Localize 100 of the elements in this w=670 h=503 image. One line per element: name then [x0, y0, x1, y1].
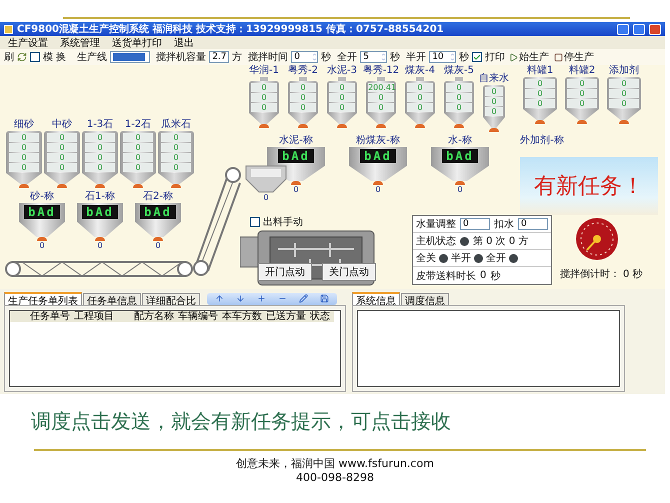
door-button[interactable]: 关门点动 [322, 263, 376, 281]
tab[interactable]: 生产任务单列表 [4, 292, 82, 305]
silo-reading: 0 [8, 143, 40, 152]
spinner-icon[interactable] [381, 52, 386, 62]
popup-text: 有新任务！ [534, 173, 644, 201]
valve-icon [171, 184, 181, 188]
minimize-button[interactable] [617, 24, 629, 34]
footer-phone: 400-098-8298 [296, 471, 374, 484]
valve-icon [577, 120, 587, 124]
scale-reading: 0 [155, 241, 161, 250]
checkbox-label: 打印 [485, 50, 506, 64]
field-label: 皮带送料时长 [416, 270, 476, 282]
checkbox[interactable] [30, 52, 40, 62]
silo-reading: 0 [160, 133, 192, 142]
checkbox[interactable] [250, 217, 260, 227]
pencil-icon[interactable] [299, 294, 308, 303]
play-icon [509, 52, 518, 62]
input-field[interactable]: 0 [460, 218, 490, 230]
silo-label: 水泥-3 [327, 65, 357, 77]
save-icon[interactable] [320, 294, 329, 303]
checkbox-label: 出料手动 [263, 216, 303, 229]
menu-item[interactable]: 生产设置 [8, 36, 48, 50]
silo-reading: 0 [8, 133, 40, 142]
arrow-up-icon[interactable] [215, 294, 224, 303]
valve-icon [337, 124, 347, 128]
input-field[interactable]: 5 [360, 51, 388, 63]
silo-reading: 0 [84, 163, 116, 172]
field-label: 水量调整 [416, 218, 456, 231]
menu-item[interactable]: 退出 [174, 36, 194, 50]
scale-label: 粉煤灰-称 [356, 135, 400, 147]
silo-reading: 200.41 [368, 83, 394, 92]
silo-reading: 0 [567, 89, 597, 98]
input-field[interactable]: 0 [518, 218, 548, 230]
new-task-popup[interactable]: 有新任务！ [520, 157, 658, 215]
input-field[interactable]: 0 [291, 51, 318, 63]
valve-icon [535, 120, 545, 124]
silo-neck [455, 77, 463, 81]
arrow-down-icon[interactable] [236, 294, 245, 303]
menu-item[interactable]: 系统管理 [60, 36, 100, 50]
digital-display: bAd [140, 205, 176, 219]
status-label: 半开 [451, 252, 471, 265]
silo-label: 料罐1 [526, 65, 554, 77]
valve-icon [454, 124, 464, 128]
checkbox[interactable] [472, 52, 482, 62]
silo-reading: 0 [251, 83, 277, 92]
footer-slogan: 创意未来，福润中国 www.fsfurun.com [236, 456, 434, 471]
valve-icon [57, 184, 67, 188]
silo-reading: 0 [525, 99, 555, 108]
selection-highlight [113, 53, 146, 61]
start-button[interactable]: 始生产 [508, 50, 550, 64]
plus-icon[interactable] [257, 294, 266, 303]
silo-reading: 0 [122, 133, 154, 142]
valve-icon [298, 124, 308, 128]
silo-reading: 0 [122, 153, 154, 162]
input-field[interactable]: 2.7 [209, 51, 230, 63]
digital-display: bAd [24, 205, 60, 219]
status-label: 全关 [416, 252, 436, 265]
silo-reading: 0 [329, 83, 355, 92]
silo-reading: 0 [407, 103, 433, 112]
silo-label: 煤灰-4 [405, 65, 435, 77]
silo-label: 添加剂 [609, 65, 639, 77]
digital-display: bAd [442, 149, 478, 163]
silo-reading: 0 [446, 103, 472, 112]
silo-reading: 0 [329, 103, 355, 112]
silo-reading: 0 [484, 97, 504, 106]
maximize-button[interactable] [633, 24, 645, 34]
spinner-icon[interactable] [312, 52, 318, 62]
unit-label: 秒 [632, 268, 642, 281]
field-value: 0 [480, 270, 486, 281]
batch-count: 第 0 次 0 方 [473, 234, 528, 248]
column-header: 车辆编号 [177, 311, 219, 322]
close-button[interactable] [649, 24, 661, 34]
silo-reading: 0 [446, 93, 472, 102]
silo-reading: 0 [446, 83, 472, 92]
silo-reading: 0 [609, 79, 639, 88]
silo-neck [299, 77, 307, 81]
stop-icon [554, 52, 564, 62]
spinner-icon[interactable] [450, 52, 456, 62]
line-field[interactable] [110, 51, 150, 63]
silo-reading: 0 [84, 153, 116, 162]
silo-label: 1-2石 [124, 119, 152, 131]
caption-text: 调度点击发送，就会有新任务提示，可点击接收 [31, 408, 452, 435]
menu-item[interactable]: 送货单打印 [112, 36, 162, 50]
digital-display: bAd [82, 205, 118, 219]
silo-reading: 0 [567, 79, 597, 88]
silo-label: 粤秀-12 [362, 65, 400, 77]
silo-reading: 0 [290, 83, 316, 92]
door-button[interactable]: 开门点动 [258, 263, 312, 281]
silo-reading: 0 [122, 163, 154, 172]
column-header: 本车方数 [221, 311, 263, 322]
silo-reading: 0 [46, 153, 78, 162]
refresh-icon[interactable] [17, 52, 27, 62]
tab[interactable]: 详细配合比 [142, 293, 200, 305]
silo-reading: 0 [160, 143, 192, 152]
silo-reading: 0 [609, 89, 639, 98]
stop-button[interactable]: 停生产 [553, 50, 596, 64]
silo-neck [338, 77, 346, 81]
input-field[interactable]: 10 [429, 51, 456, 63]
column-header: 已送方量 [265, 311, 307, 322]
scale-reading: 0 [97, 241, 103, 250]
